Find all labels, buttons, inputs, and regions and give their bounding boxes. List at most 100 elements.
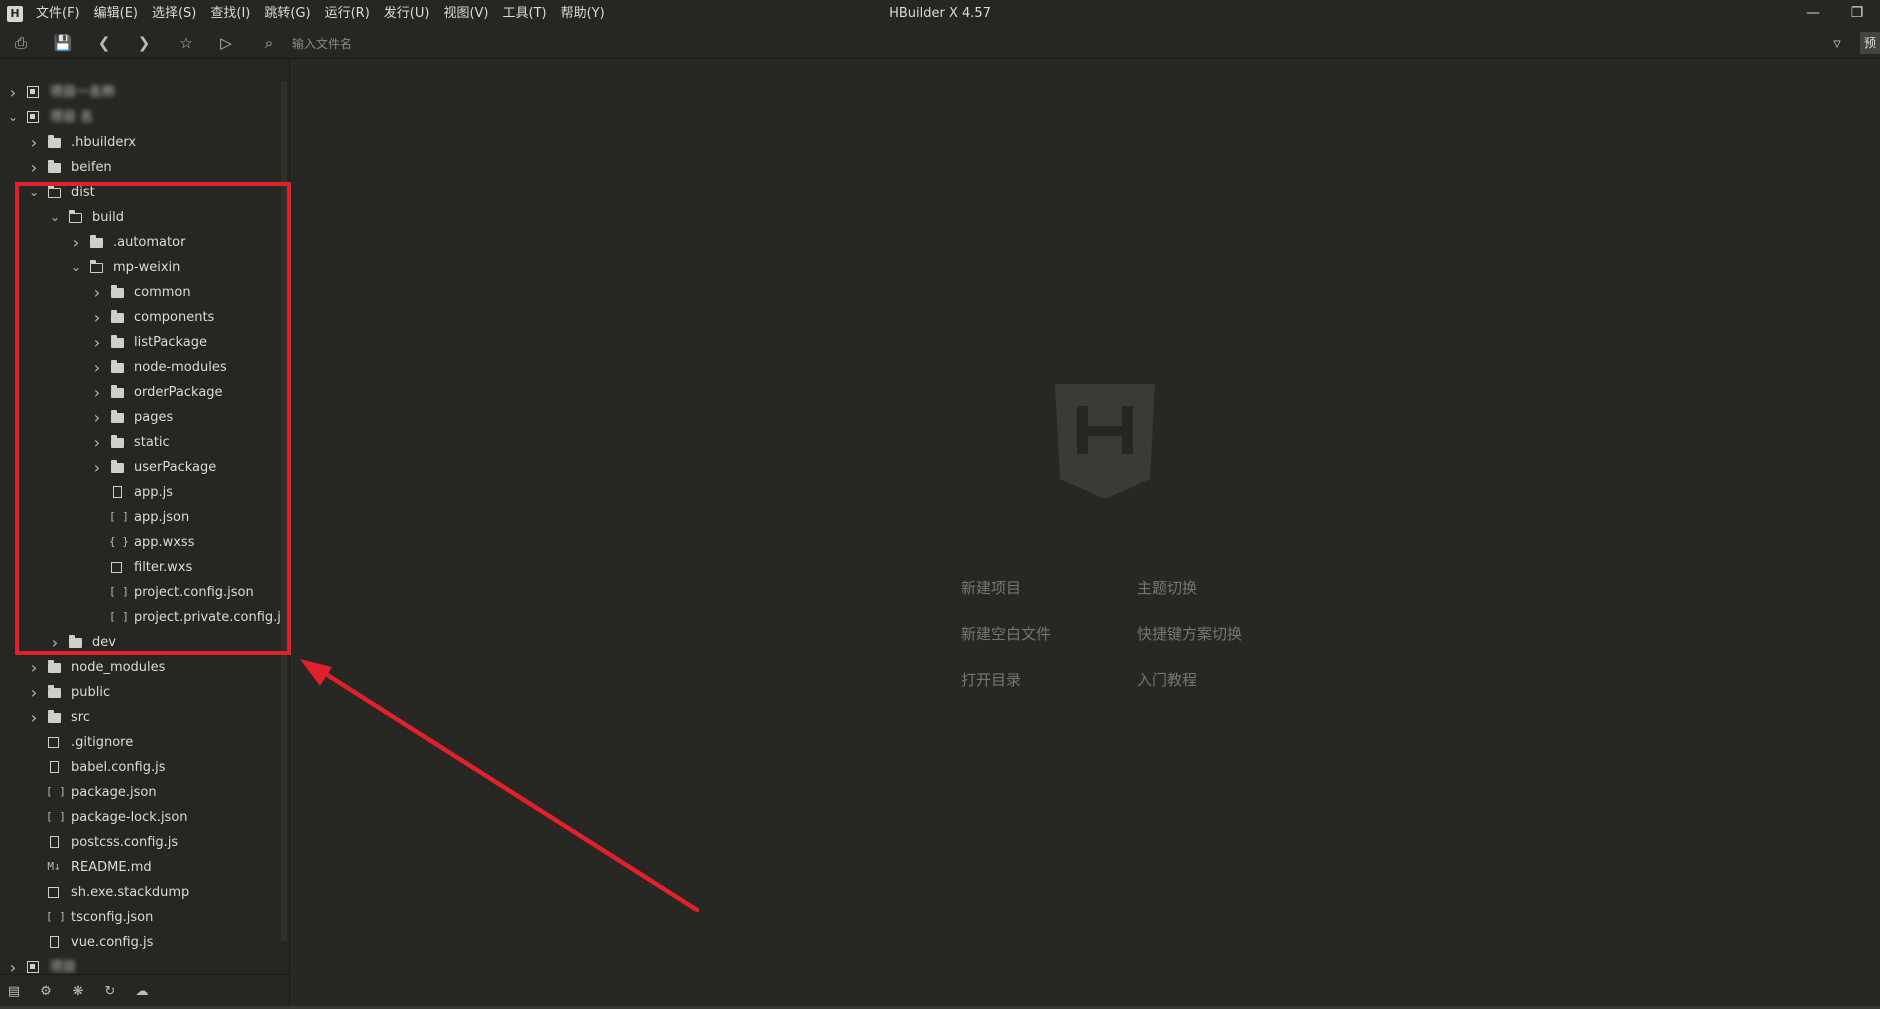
chevron-right-icon[interactable]: › <box>90 430 104 455</box>
folder-icon <box>48 660 61 673</box>
chevron-right-icon[interactable]: › <box>6 80 20 105</box>
back-icon[interactable]: ❮ <box>93 32 115 54</box>
tree-file-row[interactable]: [ ] package-lock.json <box>0 805 280 830</box>
tree-file-row[interactable]: M↓ README.md <box>0 855 280 880</box>
plugin-icon[interactable]: ⚙ <box>37 983 55 1001</box>
tree-folder-row[interactable]: ⌄ dist <box>0 180 280 205</box>
preview-tab[interactable]: 预 <box>1860 32 1880 54</box>
tree-folder-row[interactable]: › orderPackage <box>0 380 280 405</box>
tree-item-label: beifen <box>71 160 112 175</box>
tree-file-row[interactable]: vue.config.js <box>0 930 280 955</box>
tree-file-row[interactable]: babel.config.js <box>0 755 280 780</box>
file-search-input[interactable] <box>290 33 794 55</box>
menu-item[interactable]: 查找(I) <box>203 0 257 27</box>
filter-icon[interactable]: ▿ <box>1826 32 1848 54</box>
restore-icon[interactable]: ❐ <box>1834 0 1880 27</box>
project-manager-icon[interactable]: ▤ <box>5 983 23 1001</box>
chevron-down-icon[interactable]: ⌄ <box>6 105 20 130</box>
tree-file-row[interactable]: { } app.wxss <box>0 530 280 555</box>
git-icon[interactable]: ↻ <box>101 983 119 1001</box>
chevron-right-icon[interactable]: › <box>90 280 104 305</box>
tree-item-label: app.js <box>134 485 173 500</box>
find-file-icon[interactable]: ⌕ <box>258 32 280 54</box>
tree-file-row[interactable]: .gitignore <box>0 730 280 755</box>
tree-file-row[interactable]: [ ] project.config.json <box>0 580 280 605</box>
tree-folder-row[interactable]: › listPackage <box>0 330 280 355</box>
new-file-icon[interactable]: ⎙ <box>10 32 32 54</box>
tree-folder-row[interactable]: › beifen <box>0 155 280 180</box>
tree-folder-row[interactable]: › components <box>0 305 280 330</box>
tree-file-row[interactable]: sh.exe.stackdump <box>0 880 280 905</box>
tree-file-row[interactable]: app.js <box>0 480 280 505</box>
minimize-icon[interactable]: — <box>1790 0 1836 27</box>
tree-item-label: filter.wxs <box>134 560 193 575</box>
chevron-right-icon[interactable]: › <box>90 380 104 405</box>
menu-item[interactable]: 帮助(Y) <box>554 0 612 27</box>
getting-started-link[interactable]: 入门教程 <box>1137 669 1197 690</box>
cloud-icon[interactable]: ☁ <box>133 983 151 1001</box>
menu-item[interactable]: 跳转(G) <box>257 0 317 27</box>
tree-folder-row[interactable]: › node-modules <box>0 355 280 380</box>
tree-file-row[interactable]: [ ] package.json <box>0 780 280 805</box>
sidebar-footer: ▤ ⚙ ❋ ↻ ☁ <box>0 974 289 1009</box>
tree-item-label: app.wxss <box>134 535 195 550</box>
tree-folder-row[interactable]: ⌄ mp-weixin <box>0 255 280 280</box>
save-icon[interactable]: 💾 <box>52 32 74 54</box>
sidebar-scrollbar[interactable] <box>281 81 287 941</box>
tree-folder-row[interactable]: › .hbuilderx <box>0 130 280 155</box>
chevron-right-icon[interactable]: › <box>90 330 104 355</box>
menu-item[interactable]: 编辑(E) <box>87 0 145 27</box>
chevron-right-icon[interactable]: › <box>27 655 41 680</box>
new-project-link[interactable]: 新建项目 <box>961 577 1021 598</box>
tree-folder-row[interactable]: › userPackage <box>0 455 280 480</box>
chevron-right-icon[interactable]: › <box>90 355 104 380</box>
menu-item[interactable]: 选择(S) <box>145 0 203 27</box>
tree-file-row[interactable]: [ ] app.json <box>0 505 280 530</box>
tree-project-row[interactable]: › 项目一名称 <box>0 80 280 105</box>
open-directory-link[interactable]: 打开目录 <box>961 669 1021 690</box>
theme-switch-link[interactable]: 主题切换 <box>1137 577 1197 598</box>
tree-folder-row[interactable]: › common <box>0 280 280 305</box>
chevron-right-icon[interactable]: › <box>90 305 104 330</box>
tree-folder-row[interactable]: › node_modules <box>0 655 280 680</box>
tree-item-label: vue.config.js <box>71 935 154 950</box>
menu-item[interactable]: 工具(T) <box>496 0 554 27</box>
chevron-down-icon[interactable]: ⌄ <box>48 205 62 230</box>
chevron-right-icon[interactable]: › <box>48 630 62 655</box>
tree-file-row[interactable]: filter.wxs <box>0 555 280 580</box>
tree-file-row[interactable]: postcss.config.js <box>0 830 280 855</box>
tree-item-label: pages <box>134 410 174 425</box>
chevron-down-icon[interactable]: ⌄ <box>69 255 83 280</box>
tree-folder-row[interactable]: ⌄ build <box>0 205 280 230</box>
tree-folder-row[interactable]: › .automator <box>0 230 280 255</box>
keymap-switch-link[interactable]: 快捷键方案切换 <box>1137 623 1242 644</box>
forward-icon[interactable]: ❯ <box>133 32 155 54</box>
debug-icon[interactable]: ❋ <box>69 983 87 1001</box>
menu-item[interactable]: 文件(F) <box>29 0 87 27</box>
tree-folder-row[interactable]: › dev <box>0 630 280 655</box>
tree-folder-row[interactable]: › static <box>0 430 280 455</box>
menu-item[interactable]: 视图(V) <box>436 0 495 27</box>
chevron-down-icon[interactable]: ⌄ <box>27 180 41 205</box>
tree-file-row[interactable]: [ ] tsconfig.json <box>0 905 280 930</box>
tree-folder-row[interactable]: › pages <box>0 405 280 430</box>
chevron-right-icon[interactable]: › <box>90 405 104 430</box>
chevron-right-icon[interactable]: › <box>27 155 41 180</box>
tree-folder-row[interactable]: › src <box>0 705 280 730</box>
tree-folder-row[interactable]: › public <box>0 680 280 705</box>
chevron-right-icon[interactable]: › <box>69 230 83 255</box>
chevron-right-icon[interactable]: › <box>27 680 41 705</box>
tree-item-label: components <box>134 310 215 325</box>
chevron-right-icon[interactable]: › <box>27 705 41 730</box>
chevron-right-icon[interactable]: › <box>90 455 104 480</box>
tree-item-label: tsconfig.json <box>71 910 154 925</box>
chevron-right-icon[interactable]: › <box>27 130 41 155</box>
run-icon[interactable]: ▷ <box>215 32 237 54</box>
tree-file-row[interactable]: [ ] project.private.config.j... <box>0 605 293 630</box>
new-blank-file-link[interactable]: 新建空白文件 <box>961 623 1051 644</box>
star-icon[interactable]: ☆ <box>175 32 197 54</box>
tree-item-label: node_modules <box>71 660 166 675</box>
menu-item[interactable]: 运行(R) <box>318 0 377 27</box>
tree-project-row[interactable]: ⌄ 项目 名 <box>0 105 280 130</box>
menu-item[interactable]: 发行(U) <box>377 0 437 27</box>
